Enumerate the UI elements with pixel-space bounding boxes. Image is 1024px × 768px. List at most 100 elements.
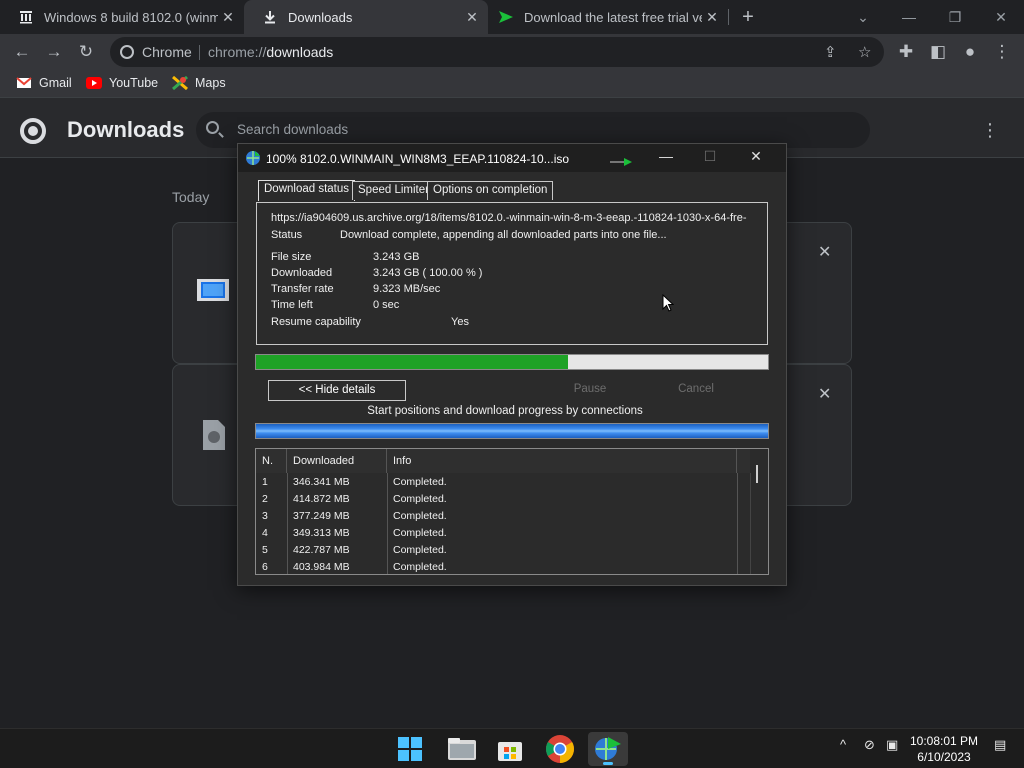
more-options-icon[interactable]: ⋮	[980, 120, 1000, 140]
share-icon[interactable]: ⇪	[824, 43, 837, 61]
iso-file-icon	[197, 279, 229, 301]
restore-icon[interactable]: ❐	[932, 4, 978, 30]
show-hidden-icons-icon[interactable]: ^	[840, 737, 846, 752]
dialog-body: Download status Speed Limiter Options on…	[238, 172, 786, 585]
connection-info: Completed.	[393, 476, 447, 488]
file-icon	[203, 420, 225, 450]
resume-capability-value: Yes	[451, 316, 469, 328]
connection-number: 3	[262, 510, 268, 522]
profile-icon[interactable]: ●	[958, 40, 982, 64]
back-icon[interactable]: ←	[10, 40, 34, 64]
bookmark-star-icon[interactable]: ☆	[858, 43, 871, 61]
connection-downloaded: 422.787 MB	[293, 544, 350, 556]
system-clock[interactable]: 10:08:01 PM 6/10/2023	[904, 733, 984, 765]
file-size-value: 3.243 GB	[373, 251, 420, 263]
tab-downloads[interactable]: Downloads ✕	[244, 0, 488, 34]
resume-capability-label: Resume capability	[271, 316, 361, 328]
notifications-icon[interactable]: ▤	[994, 737, 1006, 753]
tab-download-status[interactable]: Download status	[258, 180, 356, 201]
tab-archive[interactable]: Windows 8 build 8102.0 (winmain ✕	[0, 0, 244, 34]
idm-taskbar-button[interactable]	[588, 732, 628, 766]
new-tab-icon[interactable]: +	[736, 6, 760, 28]
idm-arrow-icon	[498, 9, 514, 25]
connection-number: 4	[262, 527, 268, 539]
bookmark-label: YouTube	[109, 76, 159, 90]
side-panel-icon[interactable]: ◧	[926, 40, 950, 64]
connection-number: 2	[262, 493, 268, 505]
tab-close-icon[interactable]: ✕	[462, 9, 482, 26]
bookmark-maps[interactable]: Maps	[172, 76, 226, 90]
network-icon[interactable]: ⊘	[864, 737, 875, 753]
table-row[interactable]: 6 403.984 MB Completed.	[256, 559, 750, 574]
page-title: Downloads	[67, 117, 185, 142]
date-group-label: Today	[172, 189, 210, 205]
hide-details-button[interactable]: << Hide details	[268, 380, 406, 401]
table-scrollbar[interactable]	[750, 473, 768, 574]
idm-globe-icon	[595, 737, 621, 760]
connections-table: N. Downloaded Info 1 346.341 MB Completed.…	[255, 448, 769, 575]
connection-info: Completed.	[393, 544, 447, 556]
chrome-taskbar-button[interactable]	[540, 732, 580, 766]
close-window-icon[interactable]: ✕	[978, 4, 1024, 30]
cancel-button: Cancel	[678, 383, 714, 395]
maps-icon	[172, 76, 188, 90]
tab-close-icon[interactable]: ✕	[702, 9, 722, 26]
menu-icon[interactable]: ⋮	[990, 40, 1014, 64]
address-bar[interactable]: Chrome chrome://downloads ⇪ ☆	[110, 37, 884, 67]
chrome-icon	[546, 735, 574, 763]
column-header-spacer	[737, 449, 750, 473]
table-row[interactable]: 3 377.249 MB Completed.	[256, 508, 750, 525]
bookmark-label: Maps	[195, 76, 226, 90]
url-path: downloads	[266, 44, 334, 60]
downloaded-value: 3.243 GB ( 100.00 % )	[373, 267, 483, 279]
search-icon	[206, 121, 219, 134]
speed-arrow-icon	[610, 158, 632, 166]
table-row[interactable]: 2 414.872 MB Completed.	[256, 491, 750, 508]
tab-options-on-completion[interactable]: Options on completion	[427, 181, 554, 200]
dialog-title: 100% 8102.0.WINMAIN_WIN8M3_EEAP.110824-1…	[266, 152, 570, 166]
connection-number: 1	[262, 476, 268, 488]
mouse-cursor-icon	[662, 294, 674, 312]
file-explorer-button[interactable]	[442, 732, 482, 766]
table-row[interactable]: 5 422.787 MB Completed.	[256, 542, 750, 559]
extensions-icon[interactable]: ✚	[894, 40, 918, 64]
bookmark-label: Gmail	[39, 76, 72, 90]
tab-idm-site[interactable]: Download the latest free trial ver ✕	[488, 0, 728, 34]
display-icon[interactable]: ▣	[886, 737, 898, 753]
bookmark-youtube[interactable]: YouTube	[86, 76, 158, 90]
clock-time: 10:08:01 PM	[909, 734, 979, 748]
column-header-n[interactable]: N.	[256, 449, 287, 473]
clock-date: 6/10/2023	[917, 750, 971, 764]
remove-download-icon[interactable]: ✕	[818, 384, 831, 404]
omnibox-scheme: Chrome	[142, 44, 192, 60]
column-header-downloaded[interactable]: Downloaded	[287, 449, 387, 473]
table-row[interactable]: 4 349.313 MB Completed.	[256, 525, 750, 542]
progress-fill	[256, 355, 569, 369]
store-button[interactable]	[490, 732, 530, 766]
connection-downloaded: 403.984 MB	[293, 561, 350, 573]
table-row[interactable]: 1 346.341 MB Completed.	[256, 474, 750, 491]
download-icon	[262, 9, 278, 25]
minimize-icon[interactable]: —	[646, 148, 686, 168]
folder-icon	[448, 738, 476, 760]
chrome-logo-icon	[20, 118, 46, 144]
omnibox-divider	[199, 45, 200, 60]
minimize-icon[interactable]: —	[886, 4, 932, 30]
dialog-titlebar[interactable]: 100% 8102.0.WINMAIN_WIN8M3_EEAP.110824-1…	[238, 144, 786, 172]
tab-search-icon[interactable]: ⌄	[840, 4, 886, 30]
connection-number: 6	[262, 561, 268, 573]
tab-title: Download the latest free trial ver	[524, 9, 702, 25]
bookmark-gmail[interactable]: Gmail	[16, 76, 72, 90]
start-button[interactable]	[390, 732, 430, 766]
tab-speed-limiter[interactable]: Speed Limiter	[352, 181, 435, 200]
scrollbar-thumb[interactable]	[756, 465, 758, 483]
windows-logo-icon	[398, 737, 422, 761]
close-dialog-icon[interactable]: ✕	[736, 148, 776, 168]
forward-icon[interactable]: →	[42, 40, 66, 64]
remove-download-icon[interactable]: ✕	[818, 242, 831, 262]
reload-icon[interactable]: ↻	[74, 40, 98, 64]
tab-close-icon[interactable]: ✕	[218, 9, 238, 26]
column-header-info[interactable]: Info	[387, 449, 737, 473]
connection-info: Completed.	[393, 561, 447, 573]
browser-toolbar: ← → ↻ Chrome chrome://downloads ⇪ ☆ ✚ ◧ …	[0, 34, 1024, 70]
